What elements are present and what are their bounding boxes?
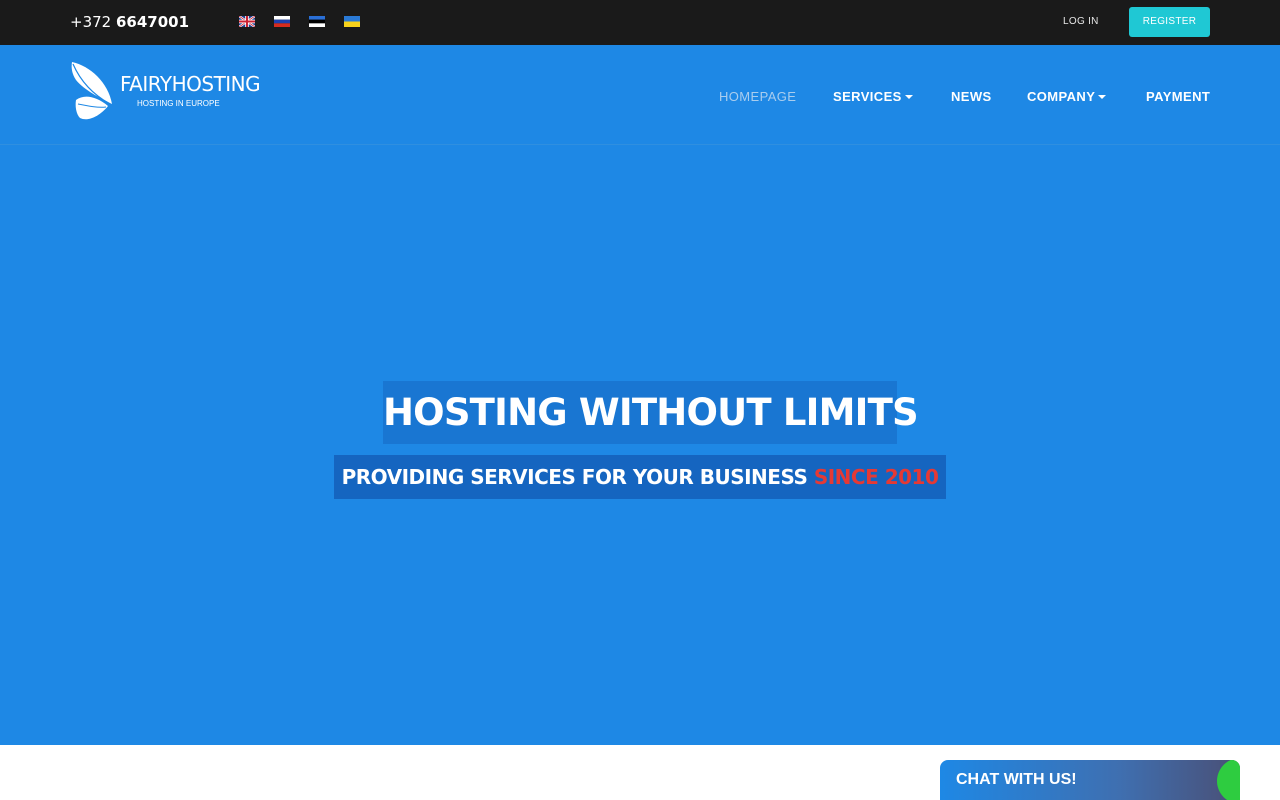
logo-wordmark: FAIRYHOSTING: [120, 72, 261, 96]
logo-name-part2: HOSTING: [171, 72, 261, 96]
hero-title: HOSTING WITHOUT LIMITS: [383, 381, 919, 444]
hero-subtitle-accent: SINCE 2010: [813, 465, 939, 489]
hero-section: HOSTING WITHOUT LIMITS PROVIDING SERVICE…: [0, 145, 1280, 745]
ukraine-flag-icon[interactable]: [344, 16, 360, 27]
phone-prefix: +372: [70, 13, 112, 31]
nav-services-label: SERVICES: [833, 89, 902, 104]
nav-company[interactable]: COMPANY: [1027, 88, 1107, 106]
logo-tagline: HOSTING IN EUROPE: [137, 99, 220, 108]
register-button[interactable]: REGISTER: [1129, 7, 1210, 37]
site-logo[interactable]: FAIRYHOSTING HOSTING IN EUROPE: [70, 60, 261, 122]
chat-label: CHAT WITH US!: [956, 771, 1077, 788]
nav-services[interactable]: SERVICES: [833, 88, 913, 106]
top-bar: +372 6647001 LOG IN REGISTER: [0, 0, 1280, 45]
nav-news[interactable]: NEWS: [951, 88, 992, 106]
hero-subtitle-main: PROVIDING SERVICES FOR YOUR BUSINESS: [341, 465, 808, 489]
logo-name-part1: FAIRY: [120, 72, 172, 96]
butterfly-logo-icon: [71, 62, 112, 120]
chevron-down-icon: [1098, 94, 1107, 99]
phone-number[interactable]: +372 6647001: [70, 12, 189, 32]
chat-widget[interactable]: CHAT WITH US!: [940, 760, 1240, 800]
online-indicator-icon: [1217, 760, 1240, 800]
login-link[interactable]: LOG IN: [1063, 15, 1099, 29]
phone-digits: 6647001: [115, 13, 190, 31]
hero-subtitle: PROVIDING SERVICES FOR YOUR BUSINESS SIN…: [334, 455, 946, 499]
nav-homepage[interactable]: HOMEPAGE: [719, 88, 796, 106]
nav-payment[interactable]: PAYMENT: [1146, 88, 1210, 106]
uk-flag-icon[interactable]: [239, 16, 255, 27]
chevron-down-icon: [904, 94, 913, 99]
russia-flag-icon[interactable]: [274, 16, 290, 27]
main-header: FAIRYHOSTING HOSTING IN EUROPE HOMEPAGE …: [0, 45, 1280, 145]
estonia-flag-icon[interactable]: [309, 16, 325, 27]
nav-company-label: COMPANY: [1027, 89, 1096, 104]
